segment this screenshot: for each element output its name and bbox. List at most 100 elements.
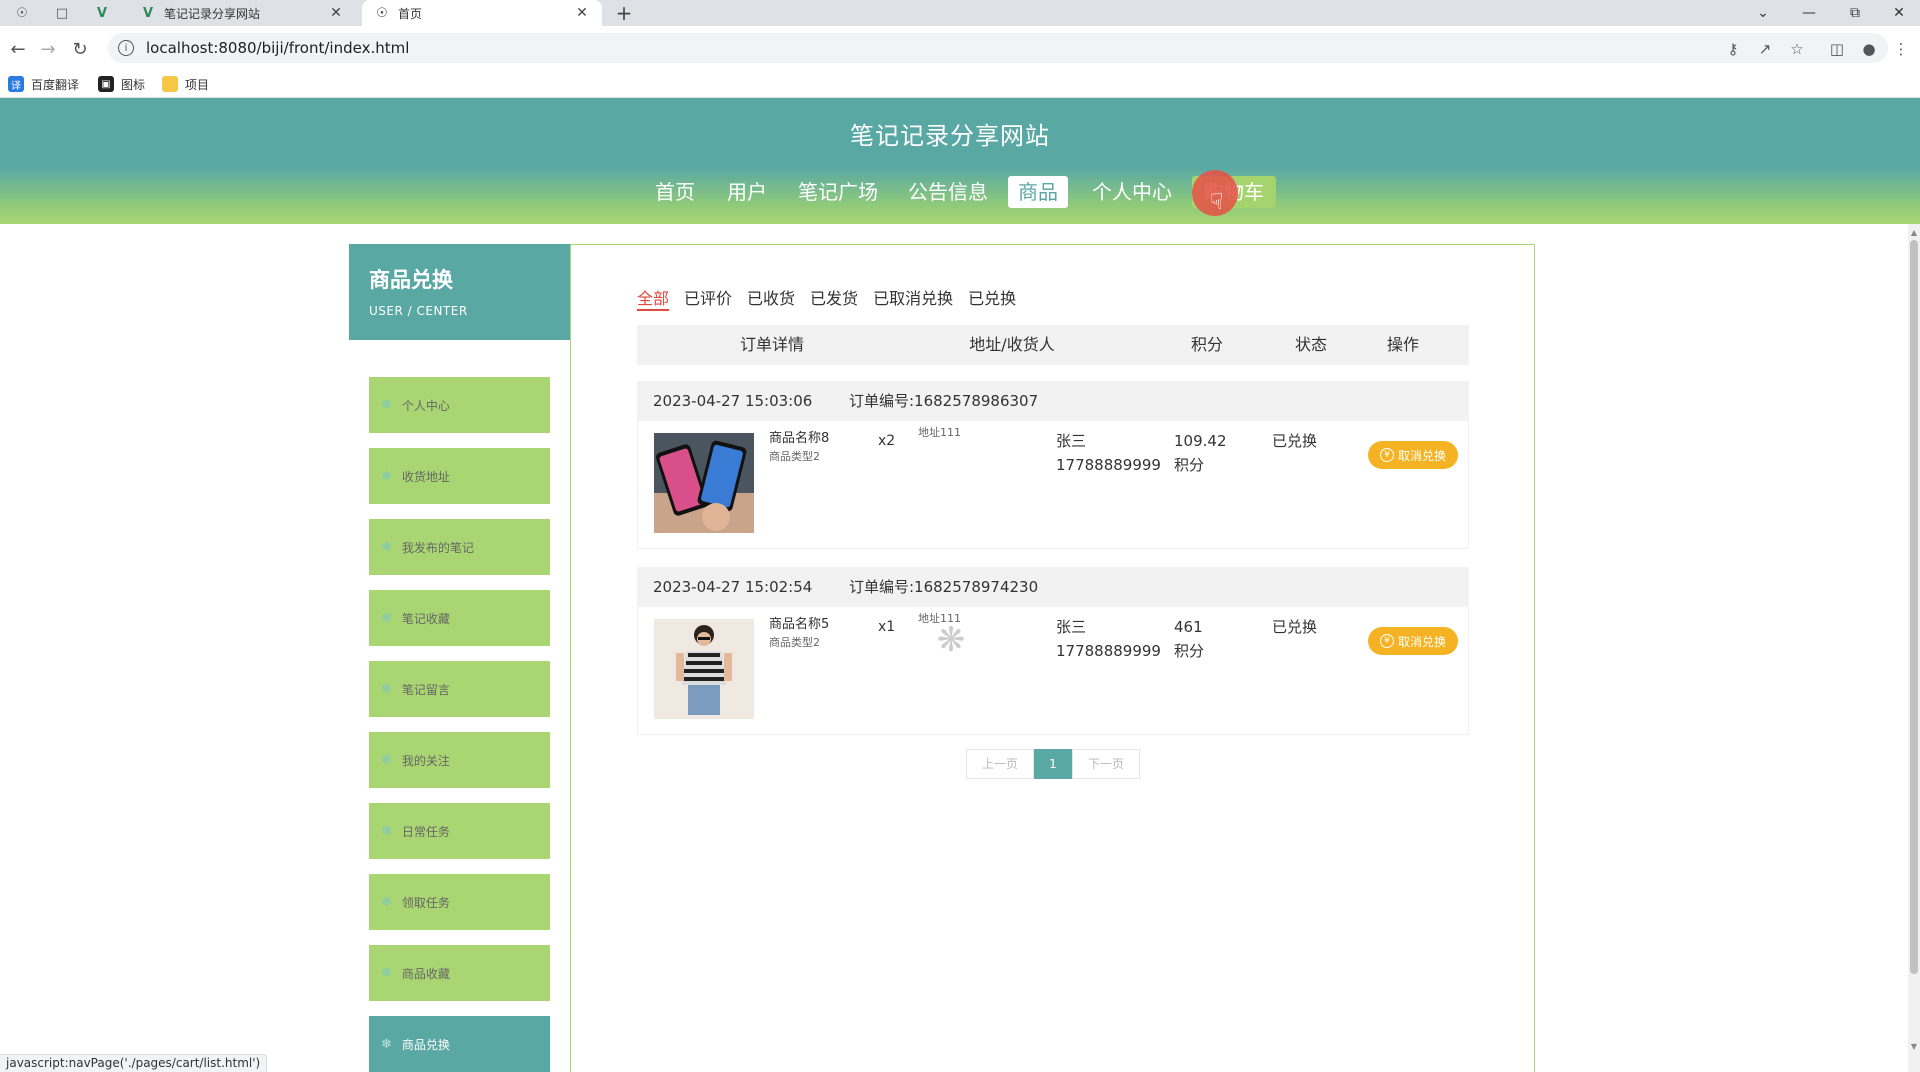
menu-dots-icon[interactable]: ⋮ bbox=[1890, 38, 1912, 60]
sidebar-subtitle: USER / CENTER bbox=[369, 304, 468, 318]
points-value: 109.42 bbox=[1174, 432, 1227, 450]
order-body: 商品名称5 商品类型2 x1 地址111 张三 17788889999 461 … bbox=[637, 607, 1469, 735]
points-value: 461 bbox=[1174, 618, 1203, 636]
tab-search-icon[interactable]: ⌄ bbox=[1740, 0, 1786, 26]
main-panel: 全部 已评价 已收货 已发货 已取消兑换 已兑换 订单详情 地址/收货人 积分 … bbox=[570, 244, 1535, 1072]
close-icon[interactable]: ✕ bbox=[574, 5, 590, 21]
nav-note-square[interactable]: 笔记广场 bbox=[792, 176, 884, 208]
nav-user-center[interactable]: 个人中心 bbox=[1086, 176, 1178, 208]
product-type: 商品类型2 bbox=[769, 450, 820, 463]
order-time: 2023-04-27 15:03:06 bbox=[653, 392, 813, 410]
sidebar-item-label: 笔记收藏 bbox=[401, 611, 450, 626]
scroll-up-icon[interactable]: ▲ bbox=[1908, 226, 1920, 240]
new-tab-button[interactable]: + bbox=[612, 0, 636, 26]
star-icon[interactable]: ☆ bbox=[1786, 38, 1808, 60]
globe-icon[interactable]: ☉ bbox=[2, 0, 42, 26]
forward-icon[interactable]: → bbox=[36, 37, 60, 61]
prev-page-button[interactable]: 上一页 bbox=[966, 749, 1034, 779]
yen-icon: ¥ bbox=[1379, 448, 1394, 462]
bookmark-baidu-translate[interactable]: 译 百度翻译 bbox=[8, 74, 79, 94]
browser-tab-home[interactable]: ☉ 首页 ✕ bbox=[362, 0, 602, 26]
tab-exchanged[interactable]: 已兑换 bbox=[968, 285, 1016, 311]
tab-reviewed[interactable]: 已评价 bbox=[684, 285, 732, 311]
sidebar-item-daily-tasks[interactable]: ❄ 日常任务 bbox=[369, 803, 550, 859]
tab-title: 笔记记录分享网站 bbox=[164, 6, 261, 21]
close-icon[interactable]: ✕ bbox=[328, 5, 344, 21]
profile-icon[interactable]: ● bbox=[1858, 38, 1880, 60]
snowflake-icon: ❄ bbox=[381, 965, 392, 981]
snowflake-icon: ❄ bbox=[381, 823, 392, 839]
receiver-name: 张三 bbox=[1056, 618, 1087, 636]
sidebar-item-product-exchange[interactable]: ❄ 商品兑换 bbox=[369, 1016, 550, 1072]
nav-home[interactable]: 首页 bbox=[648, 176, 702, 208]
url-input[interactable]: i localhost:8080/biji/front/index.html bbox=[108, 33, 1888, 63]
window-close-icon[interactable]: ✕ bbox=[1876, 0, 1920, 26]
side-panel-icon[interactable]: ◫ bbox=[1826, 38, 1848, 60]
translate-icon: 译 bbox=[8, 76, 24, 92]
order-header: 2023-04-27 15:02:54 订单编号:1682578974230 bbox=[637, 567, 1469, 607]
product-image-phones[interactable] bbox=[654, 433, 754, 533]
cancel-exchange-button[interactable]: ¥ 取消兑换 bbox=[1368, 627, 1458, 655]
points-unit: 积分 bbox=[1174, 456, 1205, 474]
column-actions: 操作 bbox=[1386, 335, 1419, 354]
back-icon[interactable]: ← bbox=[6, 37, 30, 61]
button-label: 取消兑换 bbox=[1397, 448, 1446, 463]
nav-announcements[interactable]: 公告信息 bbox=[902, 176, 994, 208]
next-page-button[interactable]: 下一页 bbox=[1072, 749, 1140, 779]
browser-tab-site[interactable]: V 笔记记录分享网站 ✕ bbox=[128, 0, 356, 26]
sidebar-item-my-notes[interactable]: ❄ 我发布的笔记 bbox=[369, 519, 550, 575]
tab-cancelled[interactable]: 已取消兑换 bbox=[873, 285, 953, 311]
sidebar-item-user-center[interactable]: ❄ 个人中心 bbox=[369, 377, 550, 433]
sidebar-item-label: 领取任务 bbox=[401, 895, 450, 910]
column-status: 状态 bbox=[1294, 335, 1327, 354]
column-address-receiver: 地址/收货人 bbox=[969, 335, 1055, 354]
sidebar-item-label: 我的关注 bbox=[401, 753, 450, 768]
sidebar-item-address[interactable]: ❄ 收货地址 bbox=[369, 448, 550, 504]
sidebar-menu: ❄ 个人中心 ❄ 收货地址 ❄ 我发布的笔记 ❄ 笔记收藏 ❄ 笔记留言 ❄ 我的关注 ❄ 日… bbox=[369, 377, 550, 1072]
order-number: 订单编号:1682578986307 bbox=[849, 392, 1039, 410]
bookmark-icons[interactable]: ▣ 图标 bbox=[98, 74, 145, 94]
restore-icon[interactable]: ⧉ bbox=[1832, 0, 1878, 26]
vue-tab-icon[interactable]: V bbox=[82, 0, 122, 26]
share-icon[interactable]: ↗ bbox=[1754, 38, 1776, 60]
sidebar-item-note-comments[interactable]: ❄ 笔记留言 bbox=[369, 661, 550, 717]
key-icon[interactable]: ⚷ bbox=[1722, 38, 1744, 60]
browser-tab-bar: ☉ □ V V 笔记记录分享网站 ✕ ☉ 首页 ✕ + ⌄ — ⧉ ✕ bbox=[0, 0, 1920, 26]
snowflake-icon: ❄ bbox=[381, 539, 392, 555]
tab-shipped[interactable]: 已发货 bbox=[810, 285, 858, 311]
snowflake-icon: ❄ bbox=[381, 610, 392, 626]
blank-tab-icon[interactable]: □ bbox=[42, 0, 82, 26]
nav-products[interactable]: 商品 bbox=[1008, 176, 1068, 208]
tab-received[interactable]: 已收货 bbox=[747, 285, 795, 311]
minimize-icon[interactable]: — bbox=[1786, 0, 1832, 26]
order-number: 订单编号:1682578974230 bbox=[849, 578, 1039, 596]
snowflake-icon: ❄ bbox=[381, 752, 392, 768]
product-quantity: x1 bbox=[878, 619, 896, 635]
snowflake-icon: ❄ bbox=[381, 468, 392, 484]
sidebar-item-claim-tasks[interactable]: ❄ 领取任务 bbox=[369, 874, 550, 930]
cancel-exchange-button[interactable]: ¥ 取消兑换 bbox=[1368, 441, 1458, 469]
nav-users[interactable]: 用户 bbox=[720, 176, 774, 208]
scrollbar-thumb[interactable] bbox=[1910, 240, 1918, 974]
info-icon[interactable]: i bbox=[118, 40, 134, 56]
pagination: 上一页 1 下一页 bbox=[966, 749, 1140, 779]
tab-all[interactable]: 全部 bbox=[637, 285, 670, 311]
page-1-button[interactable]: 1 bbox=[1034, 749, 1072, 779]
order-header: 2023-04-27 15:03:06 订单编号:1682578986307 bbox=[637, 381, 1469, 421]
product-image-clothing[interactable] bbox=[654, 619, 754, 719]
sidebar-item-label: 个人中心 bbox=[401, 398, 450, 413]
reload-icon[interactable]: ↻ bbox=[68, 37, 92, 61]
status-bar-url: javascript:navPage('./pages/cart/list.ht… bbox=[0, 1054, 268, 1072]
sidebar-item-note-favorites[interactable]: ❄ 笔记收藏 bbox=[369, 590, 550, 646]
sidebar-item-label: 笔记留言 bbox=[401, 682, 450, 697]
main-nav: 首页 用户 笔记广场 公告信息 商品 个人中心 购物车 bbox=[0, 176, 1920, 208]
sidebar-item-product-favorites[interactable]: ❄ 商品收藏 bbox=[369, 945, 550, 1001]
order-time: 2023-04-27 15:02:54 bbox=[653, 578, 813, 596]
scroll-down-icon[interactable]: ▼ bbox=[1908, 1040, 1920, 1054]
bookmark-projects[interactable]: 项目 bbox=[162, 74, 209, 94]
orders-table-header: 订单详情 地址/收货人 积分 状态 操作 bbox=[637, 325, 1469, 365]
sidebar-item-following[interactable]: ❄ 我的关注 bbox=[369, 732, 550, 788]
button-label: 取消兑换 bbox=[1397, 634, 1446, 649]
column-points: 积分 bbox=[1190, 335, 1223, 354]
sidebar-item-label: 商品收藏 bbox=[401, 966, 450, 981]
